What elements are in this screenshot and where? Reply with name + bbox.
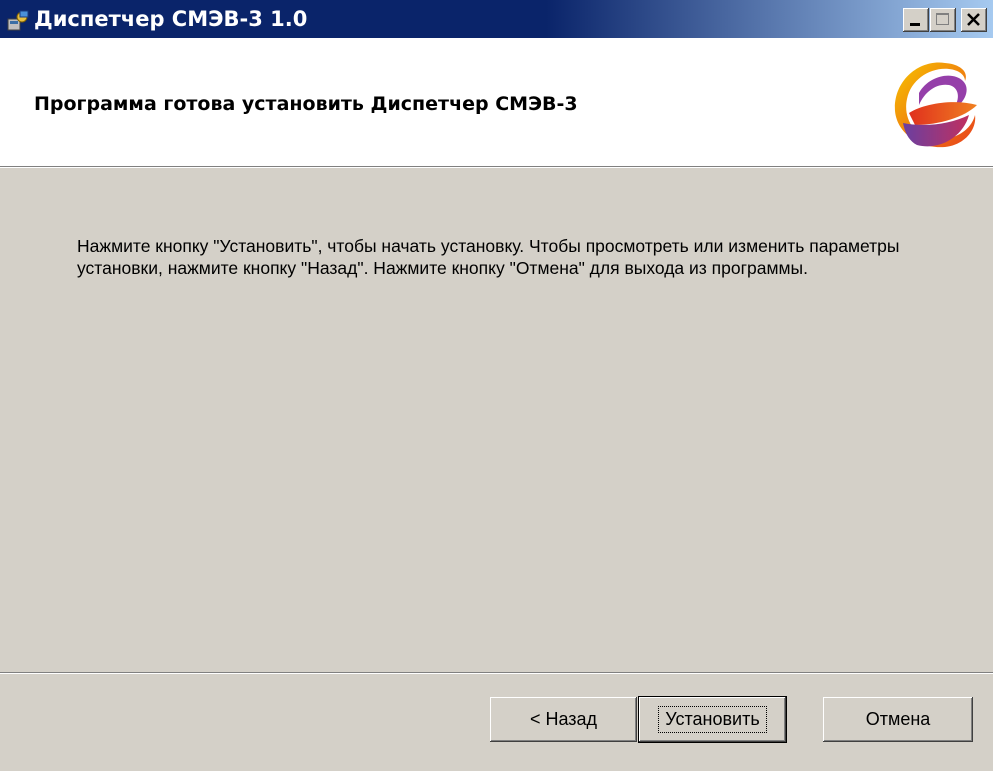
window-title: Диспетчер СМЭВ-3 1.0: [34, 7, 308, 31]
installer-icon: [6, 10, 30, 32]
minimize-button[interactable]: [903, 8, 929, 32]
back-button-label: < Назад: [529, 709, 598, 729]
page-title: Программа готова установить Диспетчер СМ…: [34, 93, 578, 115]
back-button[interactable]: < Назад: [490, 697, 637, 742]
dialog-header: Программа готова установить Диспетчер СМ…: [0, 38, 993, 166]
cancel-button-label: Отмена: [865, 709, 931, 729]
install-button[interactable]: Установить: [639, 697, 786, 742]
maximize-button[interactable]: [930, 8, 956, 32]
installer-window: Диспетчер СМЭВ-3 1.0 Программа готова ус…: [0, 0, 993, 771]
title-bar[interactable]: Диспетчер СМЭВ-3 1.0: [0, 0, 993, 38]
close-icon: [967, 13, 980, 26]
maximize-icon: [936, 13, 949, 25]
install-button-label: Установить: [658, 706, 767, 733]
minimize-icon: [910, 23, 920, 26]
cancel-button[interactable]: Отмена: [823, 697, 973, 742]
footer-divider-highlight: [0, 673, 993, 674]
close-button[interactable]: [961, 8, 987, 32]
header-divider-highlight: [0, 167, 993, 168]
instruction-text: Нажмите кнопку "Установить", чтобы начат…: [77, 236, 900, 278]
smev-logo: [879, 53, 983, 159]
